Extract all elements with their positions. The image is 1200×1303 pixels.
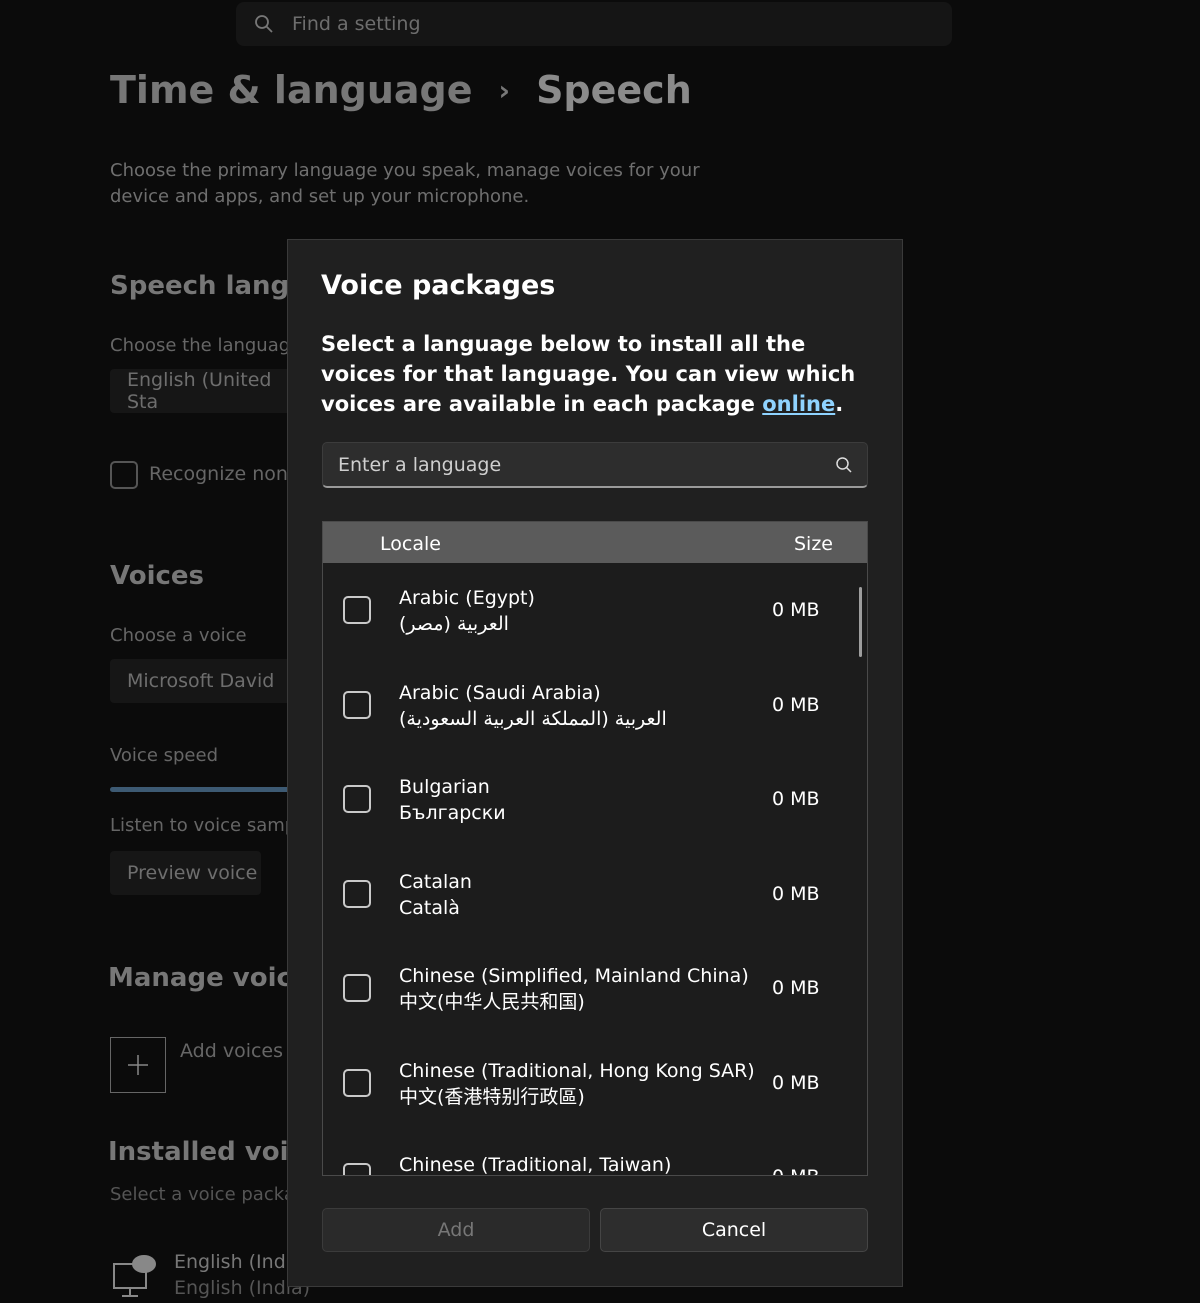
row-checkbox[interactable] — [343, 1163, 371, 1175]
row-checkbox[interactable] — [343, 596, 371, 624]
voice-packages-dialog: Voice packages Select a language below t… — [287, 239, 903, 1287]
language-search-input[interactable] — [338, 453, 835, 476]
page-description: Choose the primary language you speak, m… — [110, 160, 700, 207]
table-row[interactable]: Bulgarian Български 0 MB — [323, 752, 867, 847]
page-title: Speech — [536, 68, 692, 112]
plus-icon — [128, 1055, 148, 1075]
chevron-right-icon: › — [498, 73, 511, 107]
find-setting-placeholder: Find a setting — [292, 13, 421, 35]
choose-voice-dropdown[interactable]: Microsoft David — [110, 659, 300, 703]
row-locale: Chinese (Traditional, Hong Kong SAR) 中文(… — [399, 1058, 755, 1110]
row-checkbox[interactable] — [343, 785, 371, 813]
table-row[interactable]: Chinese (Simplified, Mainland China) 中文(… — [323, 941, 867, 1036]
listen-voice-label: Listen to voice sampl — [110, 815, 302, 836]
row-locale-name: Bulgarian — [399, 776, 490, 798]
row-locale-name: Chinese (Traditional, Taiwan) — [399, 1154, 672, 1176]
speech-monitor-icon — [113, 1255, 156, 1297]
preview-voice-label: Preview voice — [127, 862, 258, 884]
row-size: 0 MB — [772, 882, 820, 905]
column-locale[interactable]: Locale — [380, 533, 441, 555]
voice-packages-table: Locale Size Arabic (Egypt) العربية (مصر)… — [322, 521, 868, 1176]
search-icon — [255, 15, 273, 33]
row-checkbox[interactable] — [343, 879, 371, 908]
row-locale-name: Chinese (Traditional, Hong Kong SAR) — [399, 1059, 755, 1082]
column-size[interactable]: Size — [794, 533, 833, 555]
add-button[interactable]: Add — [322, 1208, 590, 1252]
row-size: 0 MB — [772, 1071, 820, 1094]
choose-voice-label: Choose a voice — [110, 625, 247, 646]
table-row[interactable]: Chinese (Traditional, Taiwan) 0 MB — [323, 1130, 867, 1176]
row-size: 0 MB — [772, 693, 820, 716]
cancel-button[interactable]: Cancel — [600, 1208, 868, 1252]
row-size: 0 MB — [772, 977, 820, 999]
speech-language-dropdown[interactable]: English (United Sta — [110, 369, 300, 413]
row-locale: Chinese (Traditional, Taiwan) — [399, 1152, 672, 1176]
language-search-box[interactable] — [322, 442, 868, 488]
row-locale: Catalan Català — [399, 869, 472, 921]
table-scrollbar[interactable] — [859, 587, 862, 657]
row-locale-native: 中文(香港特别行政區) — [399, 1085, 585, 1108]
row-locale-native: Català — [399, 896, 460, 919]
row-locale-name: Chinese (Simplified, Mainland China) — [399, 965, 749, 987]
find-setting-search[interactable]: Find a setting — [236, 2, 952, 46]
row-locale-name: Catalan — [399, 870, 472, 893]
row-size: 0 MB — [772, 788, 820, 810]
dialog-description-end: . — [835, 392, 844, 416]
choose-voice-value: Microsoft David — [127, 670, 275, 692]
table-body: Arabic (Egypt) العربية (مصر) 0 MB Arabic… — [323, 563, 867, 1176]
add-voices-tile[interactable] — [110, 1037, 166, 1093]
speech-language-value: English (United Sta — [127, 369, 272, 413]
installed-voice-title: English (India — [174, 1251, 303, 1273]
table-row[interactable]: Arabic (Saudi Arabia) العربية (المملكة ا… — [323, 658, 867, 753]
row-locale-native: 中文(中华人民共和国) — [399, 991, 585, 1013]
table-row[interactable]: Catalan Català 0 MB — [323, 847, 867, 942]
speech-language-label: Choose the language — [110, 335, 302, 356]
row-locale-name: Arabic (Egypt) — [399, 587, 535, 609]
breadcrumb: Time & language › Speech — [110, 68, 692, 112]
row-locale: Arabic (Egypt) العربية (مصر) — [399, 585, 535, 637]
preview-voice-button[interactable]: Preview voice — [110, 851, 261, 895]
row-locale-name: Arabic (Saudi Arabia) — [399, 681, 601, 704]
row-locale-native: Български — [399, 802, 506, 824]
recognize-accents-checkbox[interactable] — [110, 461, 138, 489]
recognize-accents-label: Recognize non-n — [149, 463, 307, 485]
row-size: 0 MB — [772, 1166, 820, 1175]
row-locale: Arabic (Saudi Arabia) العربية (المملكة ا… — [399, 680, 667, 732]
installed-voices-hint: Select a voice packag — [110, 1184, 307, 1205]
dialog-title: Voice packages — [321, 270, 556, 301]
voice-speed-slider[interactable] — [110, 787, 290, 792]
row-size: 0 MB — [772, 599, 820, 621]
add-voices-label: Add voices — [180, 1040, 284, 1062]
online-link[interactable]: online — [762, 392, 835, 416]
search-icon[interactable] — [835, 456, 853, 474]
row-checkbox[interactable] — [343, 974, 371, 1002]
dialog-description: Select a language below to install all t… — [321, 329, 881, 419]
table-row[interactable]: Arabic (Egypt) العربية (مصر) 0 MB — [323, 563, 867, 658]
breadcrumb-parent[interactable]: Time & language — [110, 68, 473, 112]
row-locale-native: العربية (المملكة العربية السعودية) — [399, 707, 667, 730]
row-locale: Bulgarian Български — [399, 774, 506, 826]
row-checkbox[interactable] — [343, 1068, 371, 1097]
table-row[interactable]: Chinese (Traditional, Hong Kong SAR) 中文(… — [323, 1036, 867, 1131]
row-locale-native: العربية (مصر) — [399, 613, 509, 635]
voice-speed-label: Voice speed — [110, 745, 218, 766]
voices-heading: Voices — [110, 561, 204, 591]
row-checkbox[interactable] — [343, 690, 371, 719]
table-header: Locale Size — [323, 522, 867, 563]
row-locale: Chinese (Simplified, Mainland China) 中文(… — [399, 963, 749, 1015]
